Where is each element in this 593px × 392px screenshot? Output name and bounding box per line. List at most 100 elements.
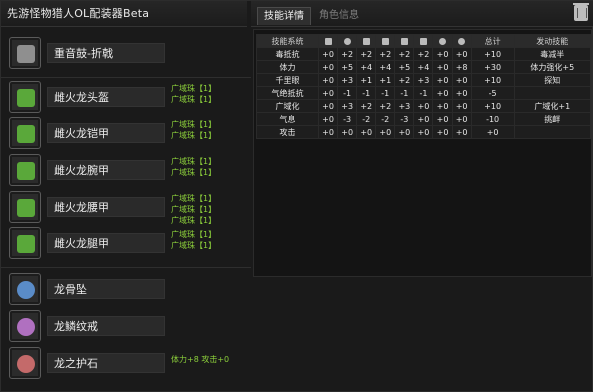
table-row: 攻击 +0 +0 +0 +0 +0 +0 +0 +0 +0	[255, 125, 592, 139]
skill-value: +4	[413, 60, 434, 74]
equip-slot-waist[interactable]: 雌火龙腰甲 广域珠【1】 广域珠【1】 广域珠【1】	[7, 191, 247, 225]
skill-value: +2	[394, 47, 415, 61]
ring-icon	[458, 37, 466, 45]
skill-value: +0	[394, 125, 415, 139]
skill-value: +0	[432, 47, 453, 61]
waist-icon	[400, 37, 408, 45]
skill-value: +0	[451, 86, 472, 100]
skill-value: +0	[432, 60, 453, 74]
skill-value: +0	[432, 112, 453, 126]
skill-value: +0	[318, 125, 339, 139]
decoration-item: 广域珠【1】	[171, 194, 217, 203]
skill-value: +0	[356, 125, 377, 139]
decoration-item: 广域珠【1】	[171, 95, 217, 104]
equip-slot-chest[interactable]: 雌火龙铠甲 广域珠【1】 广域珠【1】	[7, 117, 247, 151]
skill-value: +2	[375, 99, 396, 113]
decorations: 广域珠【1】 广域珠【1】	[171, 229, 216, 251]
talisman-icon	[9, 347, 41, 379]
skill-value: -2	[375, 112, 396, 126]
decoration-item: 广域珠【1】	[171, 131, 217, 140]
col-total: 总计	[470, 34, 515, 48]
activated-skill	[513, 86, 592, 100]
separator	[1, 267, 251, 268]
skill-value: +3	[394, 99, 415, 113]
tab-skill-details[interactable]: 技能详情	[257, 7, 311, 25]
skill-name: 毒抵抗	[255, 47, 320, 61]
skill-value: -1	[413, 86, 434, 100]
col-ring	[451, 34, 472, 48]
table-row: 体力 +0 +5 +4 +4 +5 +4 +0 +8 +30 体力强化+5	[255, 60, 592, 74]
decoration-item: 广域珠【1】	[171, 120, 217, 129]
skill-value: +0	[432, 99, 453, 113]
skill-value: +0	[432, 73, 453, 87]
col-legs	[413, 34, 434, 48]
skill-value: +0	[451, 47, 472, 61]
activated-skill: 探知	[513, 73, 592, 87]
skill-value: +2	[413, 47, 434, 61]
decoration-item: 广域珠【1】	[171, 230, 217, 239]
skill-value: +4	[375, 60, 396, 74]
activated-skill: 广域化+1	[513, 99, 592, 113]
skill-value: +0	[375, 125, 396, 139]
trash-icon[interactable]	[573, 3, 589, 21]
skill-value: +0	[318, 112, 339, 126]
leg-icon	[419, 37, 427, 45]
skill-total: +10	[470, 73, 515, 87]
skill-total: -10	[470, 112, 515, 126]
skill-value: +3	[337, 99, 358, 113]
equip-slot-weapon[interactable]: 重音鼓-折戟	[7, 37, 247, 71]
table-row: 千里眼 +0 +3 +1 +1 +2 +3 +0 +0 +10 探知	[255, 73, 592, 87]
equip-slot-arms[interactable]: 雌火龙腕甲 广域珠【1】 广域珠【1】	[7, 154, 247, 188]
skill-value: +2	[394, 73, 415, 87]
decorations: 广域珠【1】 广域珠【1】 广域珠【1】	[171, 193, 216, 226]
chest-armor-icon	[9, 117, 41, 149]
skill-total: +0	[470, 125, 515, 139]
tab-character-info[interactable]: 角色信息	[313, 7, 365, 25]
skill-value: +0	[451, 112, 472, 126]
skill-value: +2	[356, 99, 377, 113]
arm-icon	[381, 37, 389, 45]
helmet-icon	[343, 37, 351, 45]
skill-value: +0	[413, 125, 434, 139]
skill-name: 广域化	[255, 99, 320, 113]
skill-name: 体力	[255, 60, 320, 74]
chest-icon	[362, 37, 370, 45]
decoration-item: 广域珠【1】	[171, 84, 217, 93]
equip-slot-legs[interactable]: 雌火龙腿甲 广域珠【1】 广域珠【1】	[7, 227, 247, 261]
decoration-item: 广域珠【1】	[171, 241, 217, 250]
equip-name: 龙鳞纹戒	[47, 316, 165, 336]
equip-slot-pendant[interactable]: 龙骨坠	[7, 273, 247, 307]
skill-value: +5	[337, 60, 358, 74]
equip-slot-talisman[interactable]: 龙之护石 体力+8 攻击+0	[7, 347, 247, 381]
skill-value: -1	[375, 86, 396, 100]
skill-value: -2	[356, 112, 377, 126]
skill-value: -1	[337, 86, 358, 100]
skill-value: +0	[318, 99, 339, 113]
skill-value: +2	[337, 47, 358, 61]
skill-value: -3	[394, 112, 415, 126]
skill-value: +0	[318, 73, 339, 87]
equip-slot-ring[interactable]: 龙鳞纹戒	[7, 310, 247, 344]
activated-skill: 体力强化+5	[513, 60, 592, 74]
activated-skill: 毒减半	[513, 47, 592, 61]
talisman-stats: 体力+8 攻击+0	[171, 355, 230, 364]
table-row: 气绝抵抗 +0 -1 -1 -1 -1 -1 +0 +0 -5	[255, 86, 592, 100]
equip-slot-head[interactable]: 雌火龙头盔 广域珠【1】 广域珠【1】	[7, 81, 247, 115]
table-row: 广域化 +0 +3 +2 +2 +3 +0 +0 +0 +10 广域化+1	[255, 99, 592, 113]
decoration-item: 广域珠【1】	[171, 157, 217, 166]
skill-value: +2	[375, 47, 396, 61]
decoration-item: 广域珠【1】	[171, 205, 217, 214]
weapon-hammer-icon	[9, 37, 41, 69]
equip-name: 雌火龙铠甲	[47, 123, 165, 143]
table-row: 毒抵抗 +0 +2 +2 +2 +2 +2 +0 +0 +10 毒减半	[255, 47, 592, 61]
activated-skill	[513, 125, 592, 139]
ring-icon	[9, 310, 41, 342]
skill-name: 千里眼	[255, 73, 320, 87]
col-activated-skill: 发动技能	[513, 34, 592, 48]
col-waist	[394, 34, 415, 48]
skill-total: +10	[470, 47, 515, 61]
skill-value: +5	[394, 60, 415, 74]
waist-armor-icon	[9, 191, 41, 223]
skill-value: +0	[413, 99, 434, 113]
skill-value: +0	[451, 125, 472, 139]
